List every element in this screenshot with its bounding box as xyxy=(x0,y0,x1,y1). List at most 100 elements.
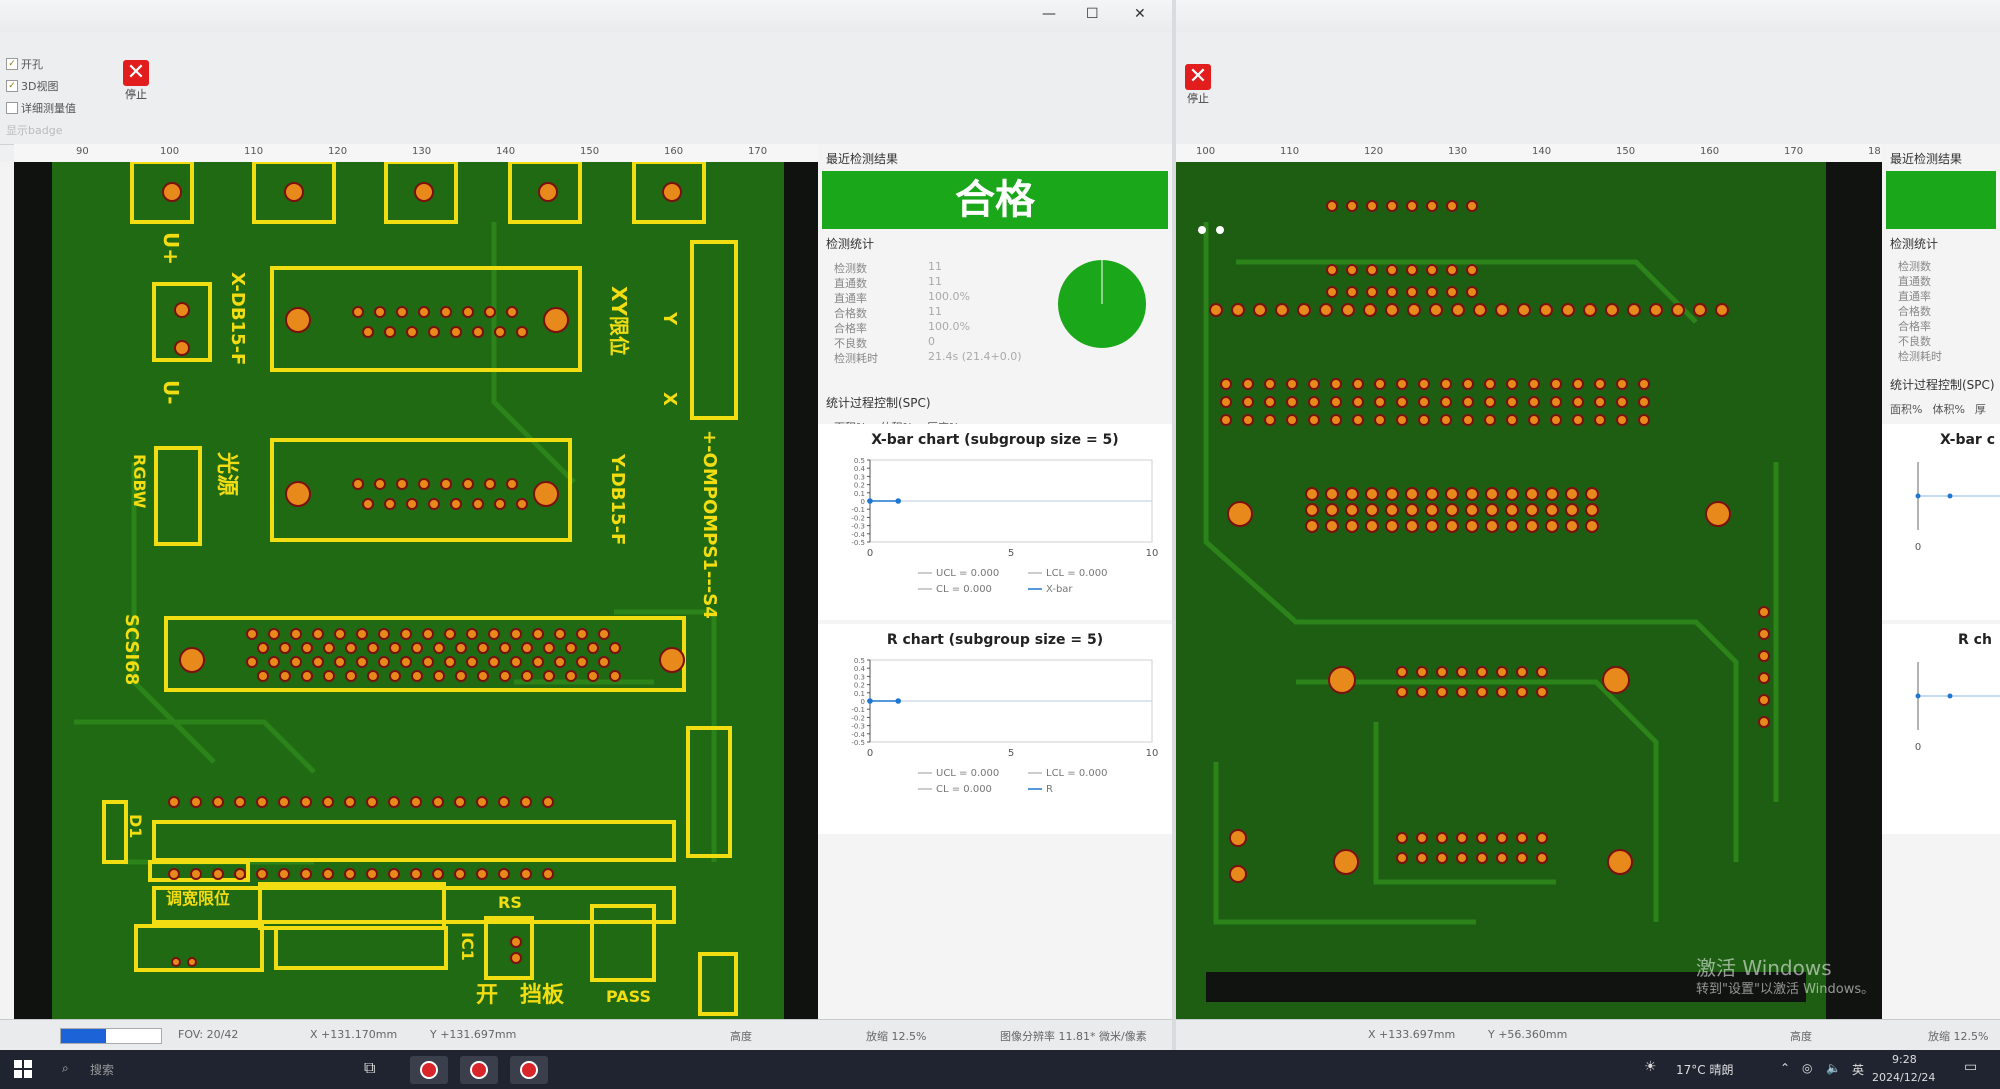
pcb-pad xyxy=(532,628,544,640)
pcb-pad xyxy=(1496,666,1508,678)
pcb-pad xyxy=(1352,396,1364,408)
pcb-image-view[interactable]: X-DB15-F U+ U- XY限位 Y X RGBW 光源 Y-DB15-F… xyxy=(14,162,818,1020)
pcb-pad xyxy=(345,642,357,654)
pcb-pad xyxy=(662,182,682,202)
minimize-button[interactable]: — xyxy=(1042,6,1056,22)
pcb-pad xyxy=(499,642,511,654)
pcb-pad xyxy=(1330,378,1342,390)
tab-volume[interactable]: 体积% xyxy=(1932,401,1964,417)
maximize-button[interactable]: ☐ xyxy=(1086,6,1099,22)
r-chart-plot: 0 xyxy=(1915,662,2000,753)
app-icon xyxy=(470,1061,488,1079)
notification-icon[interactable]: ▭ xyxy=(1964,1059,1977,1075)
pcb-pad xyxy=(1264,414,1276,426)
pcb-pad xyxy=(396,306,408,318)
pcb-pad xyxy=(466,628,478,640)
pcb-pad xyxy=(414,182,434,202)
stat-label: 检测数 xyxy=(834,262,867,275)
pcb-pad xyxy=(362,498,374,510)
pcb-pad xyxy=(1758,694,1770,706)
tab-area[interactable]: 面积% xyxy=(1890,401,1922,417)
taskbar-app-inspection-3[interactable] xyxy=(510,1056,548,1084)
volume-icon[interactable]: 🔈 xyxy=(1826,1061,1841,1075)
checkbox-show-badge[interactable]: 显示badge xyxy=(6,122,62,138)
pcb-pad xyxy=(554,656,566,668)
chevron-up-icon[interactable]: ⌃ xyxy=(1780,1061,1790,1075)
ruler-tick-label: 160 xyxy=(664,146,684,157)
r-chart-plot: 0.50.40.30.20.10-0.1-0.2-0.3-0.4-0.50 5 10… xyxy=(851,657,1158,795)
xbar-chart-title: X-bar chart (subgroup size = 5) xyxy=(871,432,1119,448)
y-tick-label: -0.5 xyxy=(851,539,865,547)
task-view-icon[interactable]: ⧉ xyxy=(364,1058,375,1078)
stop-button[interactable]: ✕ 停止 xyxy=(114,60,158,102)
pcb-pad xyxy=(1485,503,1499,517)
y-tick-label: 0.3 xyxy=(854,673,865,681)
pcb-pad xyxy=(352,306,364,318)
checkbox-detail-measure[interactable]: 详细测量值 xyxy=(6,100,76,116)
stat-value: 21.4s (21.4+0.0) xyxy=(928,350,1022,363)
weather-icon[interactable]: ☀ xyxy=(1644,1059,1657,1075)
y-tick-label: 0.1 xyxy=(854,690,865,698)
stat-value: 100.0% xyxy=(928,290,970,303)
taskbar-search[interactable]: 搜索 xyxy=(90,1061,114,1078)
board-label: U- xyxy=(159,380,183,405)
data-point xyxy=(867,698,873,704)
pcb-pad xyxy=(1638,414,1650,426)
checkbox-open-hole[interactable]: ✓ 开孔 xyxy=(6,56,43,72)
pcb-pad xyxy=(516,326,528,338)
clock-date[interactable]: 2024/12/24 xyxy=(1872,1071,1935,1084)
pcb-pad xyxy=(1550,378,1562,390)
pcb-pad xyxy=(1572,414,1584,426)
y-coordinate: Y +131.697mm xyxy=(430,1028,517,1041)
pcb-pad xyxy=(1326,264,1338,276)
pcb-pad xyxy=(256,868,268,880)
windows-start-icon[interactable] xyxy=(14,1060,32,1078)
tab-thickness[interactable]: 厚 xyxy=(1975,401,1986,417)
y-tick-label: 0.2 xyxy=(854,482,865,490)
search-icon[interactable]: ⌕ xyxy=(62,1061,69,1076)
pcb-pad xyxy=(1496,832,1508,844)
pcb-pad xyxy=(1585,519,1599,533)
ruler-tick-label: 170 xyxy=(1784,146,1804,157)
pcb-pad xyxy=(488,628,500,640)
board-label: U+ xyxy=(159,232,183,265)
checkbox-3d-view[interactable]: ✓ 3D视图 xyxy=(6,78,58,94)
ruler-tick-label: 150 xyxy=(580,146,600,157)
legend-entry: X-bar xyxy=(1046,584,1073,595)
pcb-pad xyxy=(433,670,445,682)
pcb-pad xyxy=(543,642,555,654)
xbar-chart-plot: 0 xyxy=(1915,462,2000,553)
weather-text[interactable]: 17°C 晴朗 xyxy=(1676,1061,1733,1078)
clock-time[interactable]: 9:28 xyxy=(1892,1053,1917,1066)
pcb-pad xyxy=(454,796,466,808)
pcb-pad xyxy=(1396,396,1408,408)
pcb-pad xyxy=(450,498,462,510)
pcb-pad xyxy=(1465,487,1479,501)
close-button[interactable]: ✕ xyxy=(1134,6,1146,22)
checkbox-mark-icon: ✓ xyxy=(6,58,18,70)
pcb-pad xyxy=(1440,396,1452,408)
ime-indicator[interactable]: 英 xyxy=(1852,1061,1864,1078)
pcb-pad xyxy=(1495,303,1509,317)
stop-button[interactable]: ✕ 停止 xyxy=(1176,64,1220,106)
pcb-pad xyxy=(520,868,532,880)
pcb-pad xyxy=(1418,414,1430,426)
pcb-pad xyxy=(1605,303,1619,317)
taskbar-app-inspection-1[interactable] xyxy=(410,1056,448,1084)
pcb-pad xyxy=(1616,396,1628,408)
taskbar-app-inspection-2[interactable] xyxy=(460,1056,498,1084)
pcb-image-view[interactable]: 激活 Windows 转到"设置"以激活 Windows。 xyxy=(1176,162,1882,1020)
pcb-pad xyxy=(1525,487,1539,501)
network-icon[interactable]: ◎ xyxy=(1802,1061,1812,1075)
stat-label: 合格数 xyxy=(1898,305,1931,318)
pcb-pad xyxy=(1539,303,1553,317)
pcb-pad xyxy=(1429,303,1443,317)
app-icon xyxy=(520,1061,538,1079)
pcb-pad xyxy=(179,647,205,673)
pcb-pad xyxy=(472,326,484,338)
pcb-pad xyxy=(406,326,418,338)
pcb-pad xyxy=(1396,414,1408,426)
pcb-pad xyxy=(1505,503,1519,517)
pcb-pad xyxy=(1330,396,1342,408)
xbar-chart-title: X-bar c xyxy=(1940,432,1996,448)
